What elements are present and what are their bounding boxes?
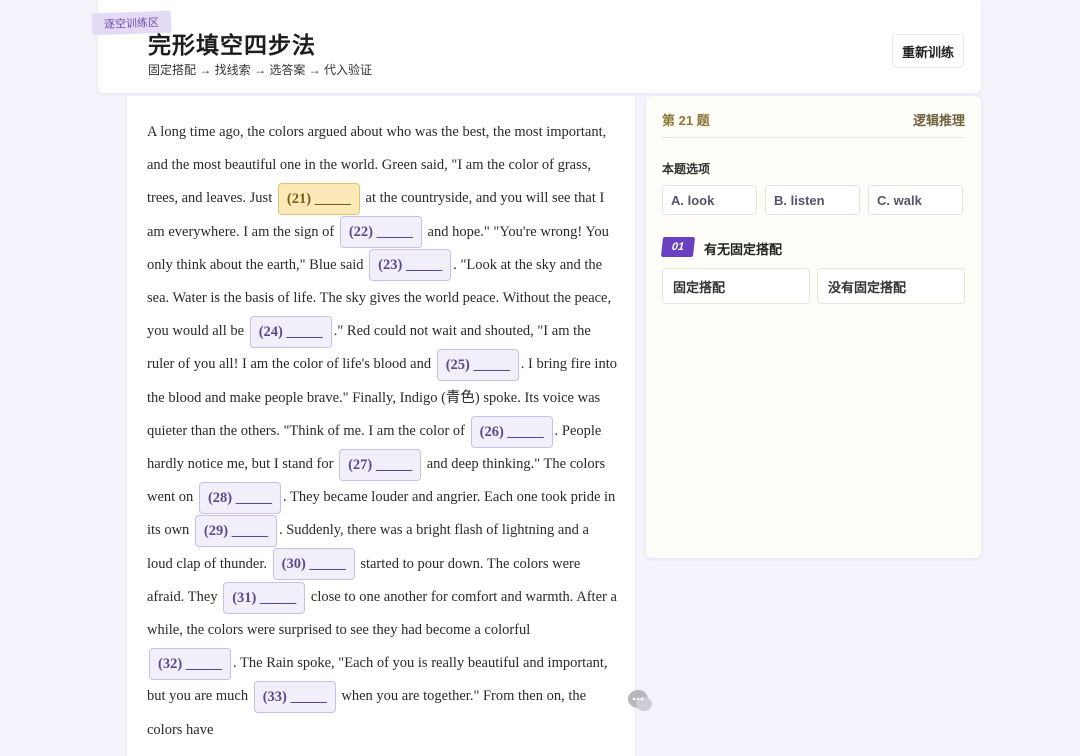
step-badge: 01	[660, 237, 696, 257]
page-title: 完形填空四步法	[148, 32, 316, 58]
question-panel: 第 21 题 逻辑推理 本题选项 A. look B. listen C. wa…	[646, 96, 981, 558]
blank-28[interactable]: (28) _____	[198, 481, 281, 514]
retrain-button[interactable]: 重新训练	[892, 34, 964, 68]
blank-22[interactable]: (22) _____	[339, 216, 422, 249]
option-b-button[interactable]: B. listen	[765, 185, 860, 215]
question-number: 第 21 题	[662, 113, 710, 128]
passage-panel: A long time ago, the colors argued about…	[126, 96, 636, 756]
blank-26[interactable]: (26) _____	[470, 415, 553, 448]
question-type: 逻辑推理	[912, 113, 965, 128]
blank-29[interactable]: (29) _____	[194, 515, 277, 548]
blank-23[interactable]: (23) _____	[369, 249, 452, 282]
blank-25[interactable]: (25) _____	[436, 349, 519, 382]
blank-31[interactable]: (31) _____	[223, 581, 306, 614]
no-fixed-collocation-button[interactable]: 没有固定搭配	[817, 268, 965, 304]
chat-bubble-icon[interactable]	[627, 688, 653, 714]
fixed-collocation-button[interactable]: 固定搭配	[662, 268, 810, 304]
blank-21[interactable]: (21) _____	[277, 183, 360, 216]
blank-24[interactable]: (24) _____	[249, 315, 332, 348]
option-a-button[interactable]: A. look	[662, 185, 757, 215]
option-c-button[interactable]: C. walk	[868, 185, 963, 215]
passage-text: A long time ago, the colors argued about…	[147, 116, 617, 747]
page-subtitle: 固定搭配 → 找线索 → 选答案 → 代入验证	[148, 63, 373, 77]
blank-30[interactable]: (30) _____	[272, 548, 355, 581]
options-label: 本题选项	[662, 162, 711, 176]
blank-27[interactable]: (27) _____	[339, 448, 422, 481]
blank-32[interactable]: (32) _____	[149, 647, 232, 680]
blank-33[interactable]: (33) _____	[253, 681, 336, 714]
step-title: 有无固定搭配	[704, 242, 783, 257]
divider	[662, 137, 965, 138]
